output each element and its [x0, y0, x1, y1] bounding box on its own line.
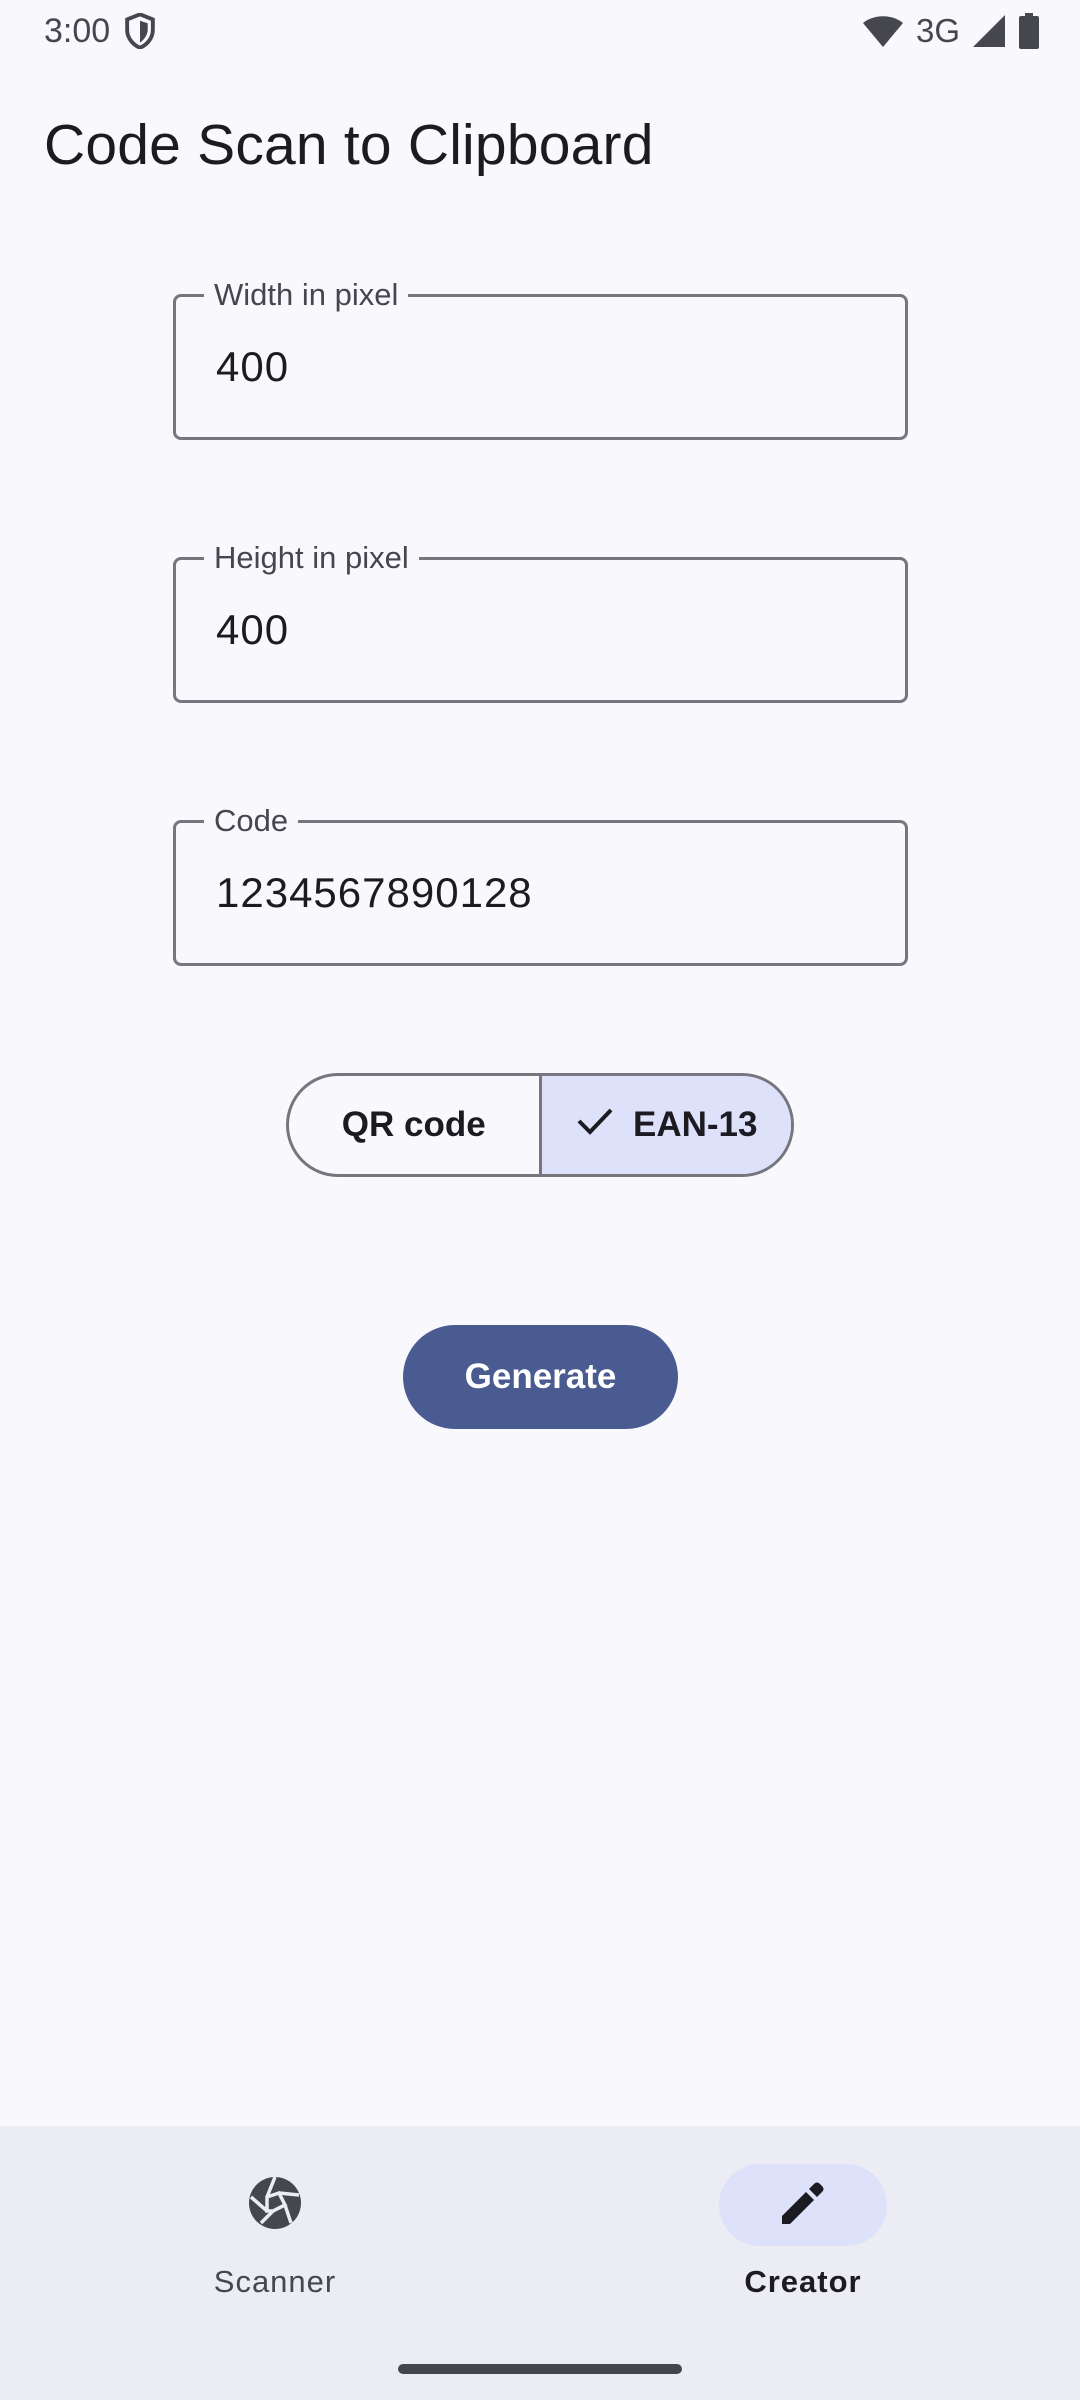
page-title: Code Scan to Clipboard [44, 113, 654, 177]
status-right: 3G [862, 12, 1040, 50]
height-field[interactable]: Height in pixel [173, 538, 908, 703]
camera-aperture-icon [247, 2175, 303, 2236]
bottom-navigation: Scanner Creator [0, 2126, 1080, 2400]
shield-icon [124, 13, 156, 49]
status-bar: 3:00 3G [0, 0, 1080, 62]
nav-scanner-label: Scanner [213, 2264, 337, 2299]
nav-item-creator[interactable]: Creator [653, 2164, 953, 2314]
segment-ean-13[interactable]: EAN-13 [538, 1076, 791, 1174]
network-type: 3G [915, 12, 960, 49]
check-icon [575, 1105, 615, 1146]
home-indicator[interactable] [398, 2364, 682, 2374]
pencil-icon [778, 2178, 828, 2233]
height-input[interactable] [216, 560, 866, 700]
segment-ean-13-label: EAN-13 [633, 1105, 758, 1144]
nav-scanner-indicator [191, 2164, 359, 2246]
code-input[interactable] [216, 823, 866, 963]
generate-button[interactable]: Generate [403, 1325, 678, 1429]
code-field[interactable]: Code [173, 801, 908, 966]
battery-icon [1018, 13, 1040, 49]
width-input[interactable] [216, 297, 866, 437]
nav-creator-label: Creator [744, 2264, 862, 2299]
status-left: 3:00 [44, 12, 156, 51]
status-time: 3:00 [44, 11, 111, 50]
segment-qr-code-label: QR code [341, 1105, 486, 1144]
code-type-segmented-button: QR code EAN-13 [286, 1073, 794, 1177]
width-field[interactable]: Width in pixel [173, 275, 908, 440]
nav-item-scanner[interactable]: Scanner [125, 2164, 425, 2314]
nav-creator-indicator [719, 2164, 887, 2246]
wifi-icon [862, 14, 904, 48]
cell-signal-icon [972, 14, 1006, 48]
segment-qr-code[interactable]: QR code [289, 1076, 539, 1174]
